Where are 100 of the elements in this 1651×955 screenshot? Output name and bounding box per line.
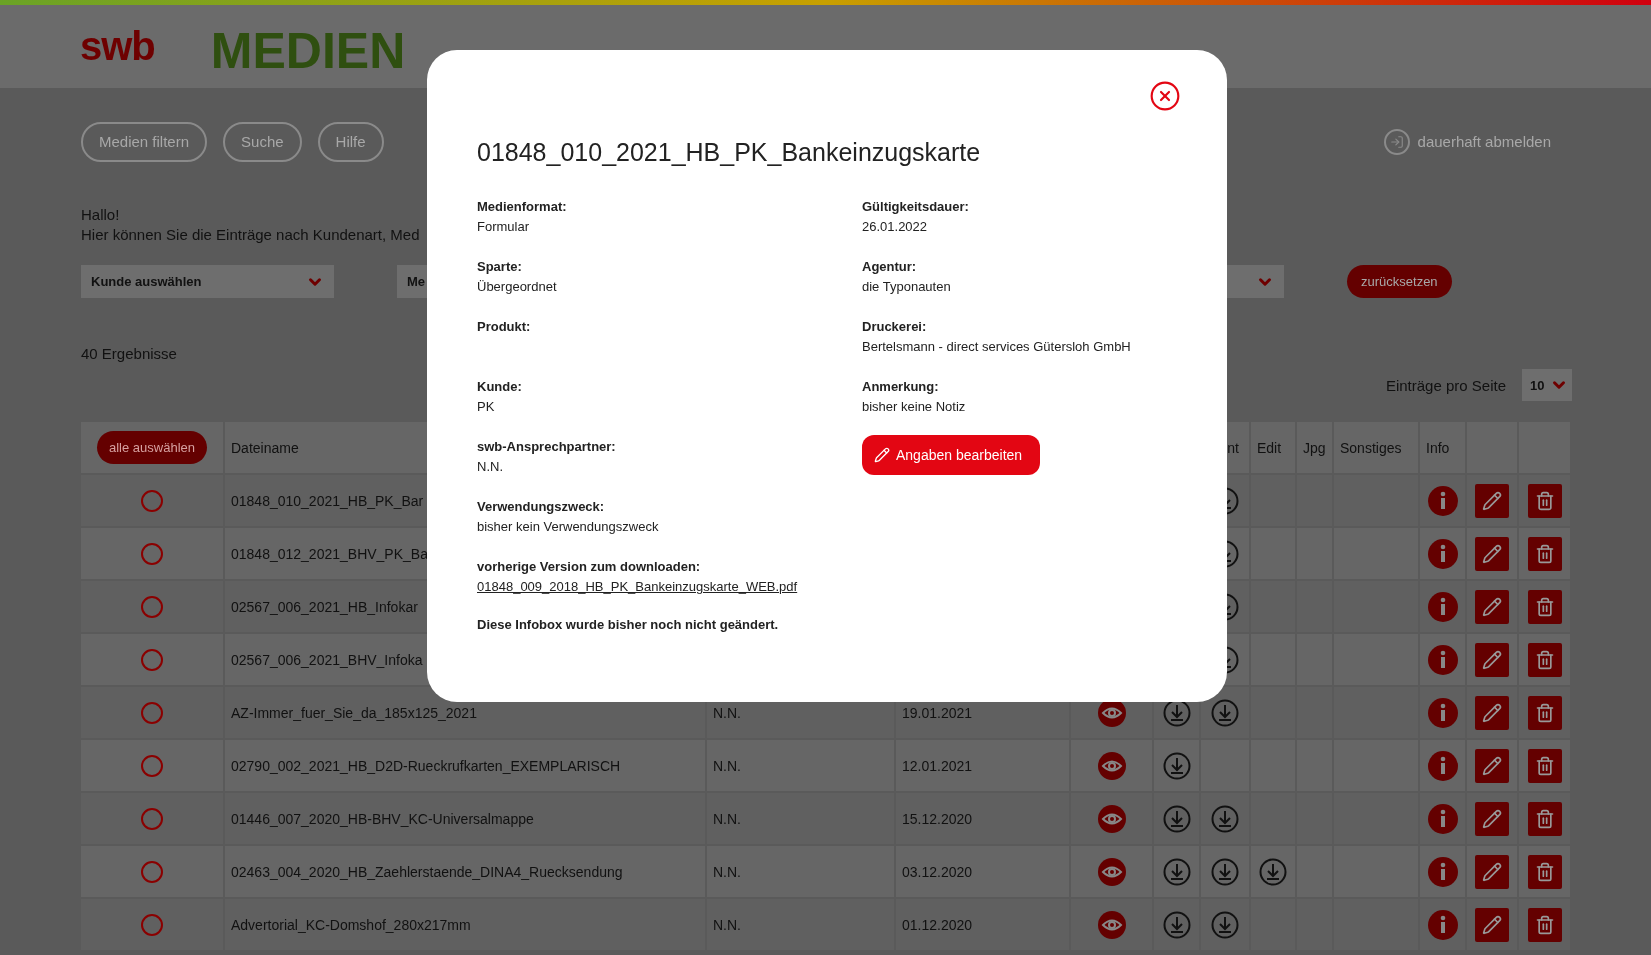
logout-button[interactable]: dauerhaft abmelden (1377, 127, 1557, 156)
pencil-icon (1482, 649, 1502, 670)
pencil-icon (1482, 808, 1502, 829)
edit-button[interactable] (1475, 907, 1509, 942)
pencil-icon (1482, 755, 1502, 776)
dialog-title: 01848_010_2021_HB_PK_Bankeinzugskarte (477, 138, 982, 167)
delete-button[interactable] (1527, 589, 1562, 624)
date: 03.12.2020 (902, 863, 973, 880)
pencil-icon (1482, 702, 1502, 723)
field-label: Verwendungszweck: (477, 498, 605, 516)
delete-button[interactable] (1527, 695, 1562, 730)
date: 15.12.2020 (902, 810, 973, 827)
select-all-button[interactable]: alle auswählen (97, 431, 207, 464)
portal-title: MEDIEN (210, 21, 406, 80)
row-radio[interactable] (141, 595, 163, 618)
field-label: swb-Ansprechpartner: (477, 438, 616, 456)
logout-icon (1389, 134, 1404, 149)
nav-button[interactable]: Hilfe (317, 121, 384, 162)
close-button[interactable] (1149, 80, 1181, 112)
filter-select[interactable]: Kunde auswählen (81, 265, 334, 298)
date: 01.12.2020 (902, 916, 973, 933)
filename: 01848_012_2021_BHV_PK_Ba (231, 545, 428, 562)
delete-button[interactable] (1527, 907, 1562, 942)
field-value: bisher kein Verwendungszweck (477, 518, 659, 536)
trash-icon (1534, 649, 1555, 670)
info-icon[interactable] (1427, 591, 1458, 622)
edit-button[interactable] (1475, 854, 1509, 889)
edit-button[interactable] (1475, 536, 1509, 571)
delete-button[interactable] (1527, 536, 1562, 571)
pencil-icon (1482, 543, 1502, 564)
delete-button[interactable] (1527, 642, 1562, 677)
trash-icon (1534, 808, 1555, 829)
field-value: die Typonauten (862, 278, 951, 296)
field-label: Sparte: (477, 258, 522, 276)
column-header: Jpg (1303, 439, 1326, 456)
info-icon[interactable] (1427, 485, 1458, 516)
edit-button[interactable] (1475, 748, 1509, 783)
field-label: Druckerei: (862, 318, 927, 336)
column-header: Dateiname (231, 439, 299, 456)
logo: swb (80, 24, 155, 69)
filename: AZ-Immer_fuer_Sie_da_185x125_2021 (231, 704, 477, 721)
contact: N.N. (713, 704, 741, 721)
pencil-icon (1482, 861, 1502, 882)
edit-button[interactable] (1475, 483, 1509, 518)
edit-details-button[interactable]: Angaben bearbeiten (862, 435, 1041, 475)
filename: 02790_002_2021_HB_D2D-Rueckrufkarten_EXEMPLARISCH (231, 757, 621, 774)
date: 19.01.2021 (902, 704, 973, 721)
info-icon[interactable] (1427, 644, 1458, 675)
nav-button[interactable]: Medien filtern (81, 121, 208, 162)
info-icon[interactable] (1427, 750, 1458, 781)
trash-icon (1534, 596, 1555, 617)
contact: N.N. (713, 863, 741, 880)
column-header: Sonstiges (1340, 439, 1402, 456)
column-header: Edit (1257, 439, 1282, 456)
row-radio[interactable] (141, 807, 163, 830)
field-value: Formular (477, 218, 529, 236)
info-icon[interactable] (1427, 909, 1458, 940)
field-value: Bertelsmann - direct services Gütersloh GmbH (862, 338, 1131, 356)
edit-button[interactable] (1475, 801, 1509, 836)
field-value: N.N. (477, 458, 503, 476)
info-icon[interactable] (1427, 803, 1458, 834)
row-radio[interactable] (141, 754, 163, 777)
trash-icon (1534, 543, 1555, 564)
field-label: Produkt: (477, 318, 531, 336)
info-icon[interactable] (1427, 697, 1458, 728)
row-radio[interactable] (141, 542, 163, 565)
filename: 02567_006_2021_HB_Infokar (231, 598, 418, 615)
reset-button[interactable]: zurücksetzen (1347, 265, 1452, 298)
info-icon[interactable] (1427, 856, 1458, 887)
row-radio[interactable] (141, 701, 163, 724)
pencil-icon (874, 447, 890, 463)
field-label: vorherige Version zum downloaden: (477, 558, 701, 576)
trash-icon (1534, 861, 1555, 882)
field-label: Anmerkung: (862, 378, 939, 396)
edit-button[interactable] (1475, 695, 1509, 730)
field-value: bisher keine Notiz (862, 398, 966, 416)
delete-button[interactable] (1527, 748, 1562, 783)
contact: N.N. (713, 810, 741, 827)
info-icon[interactable] (1427, 538, 1458, 569)
row-radio[interactable] (141, 648, 163, 671)
delete-button[interactable] (1527, 483, 1562, 518)
row-radio[interactable] (141, 913, 163, 936)
edit-button[interactable] (1475, 642, 1509, 677)
nav-button[interactable]: Suche (223, 121, 302, 162)
download-link[interactable]: 01848_009_2018_HB_PK_Bankeinzugskarte_WEB.pdf (477, 577, 798, 597)
edit-button[interactable] (1475, 589, 1509, 624)
pencil-icon (1482, 490, 1502, 511)
row-radio[interactable] (141, 860, 163, 883)
field-value: PK (477, 398, 495, 416)
field-label: Kunde: (477, 378, 522, 396)
delete-button[interactable] (1527, 801, 1562, 836)
filename: Advertorial_KC-Domshof_280x217mm (231, 916, 471, 933)
trash-icon (1534, 755, 1555, 776)
filename: 02463_004_2020_HB_Zaehlerstaende_DINA4_Ruecksendung (231, 863, 623, 880)
contact: N.N. (713, 757, 741, 774)
filename: 02567_006_2021_BHV_Infoka (231, 651, 423, 668)
delete-button[interactable] (1527, 854, 1562, 889)
per-page-select[interactable]: 10 (1522, 369, 1572, 401)
trash-icon (1534, 490, 1555, 511)
row-radio[interactable] (141, 489, 163, 512)
